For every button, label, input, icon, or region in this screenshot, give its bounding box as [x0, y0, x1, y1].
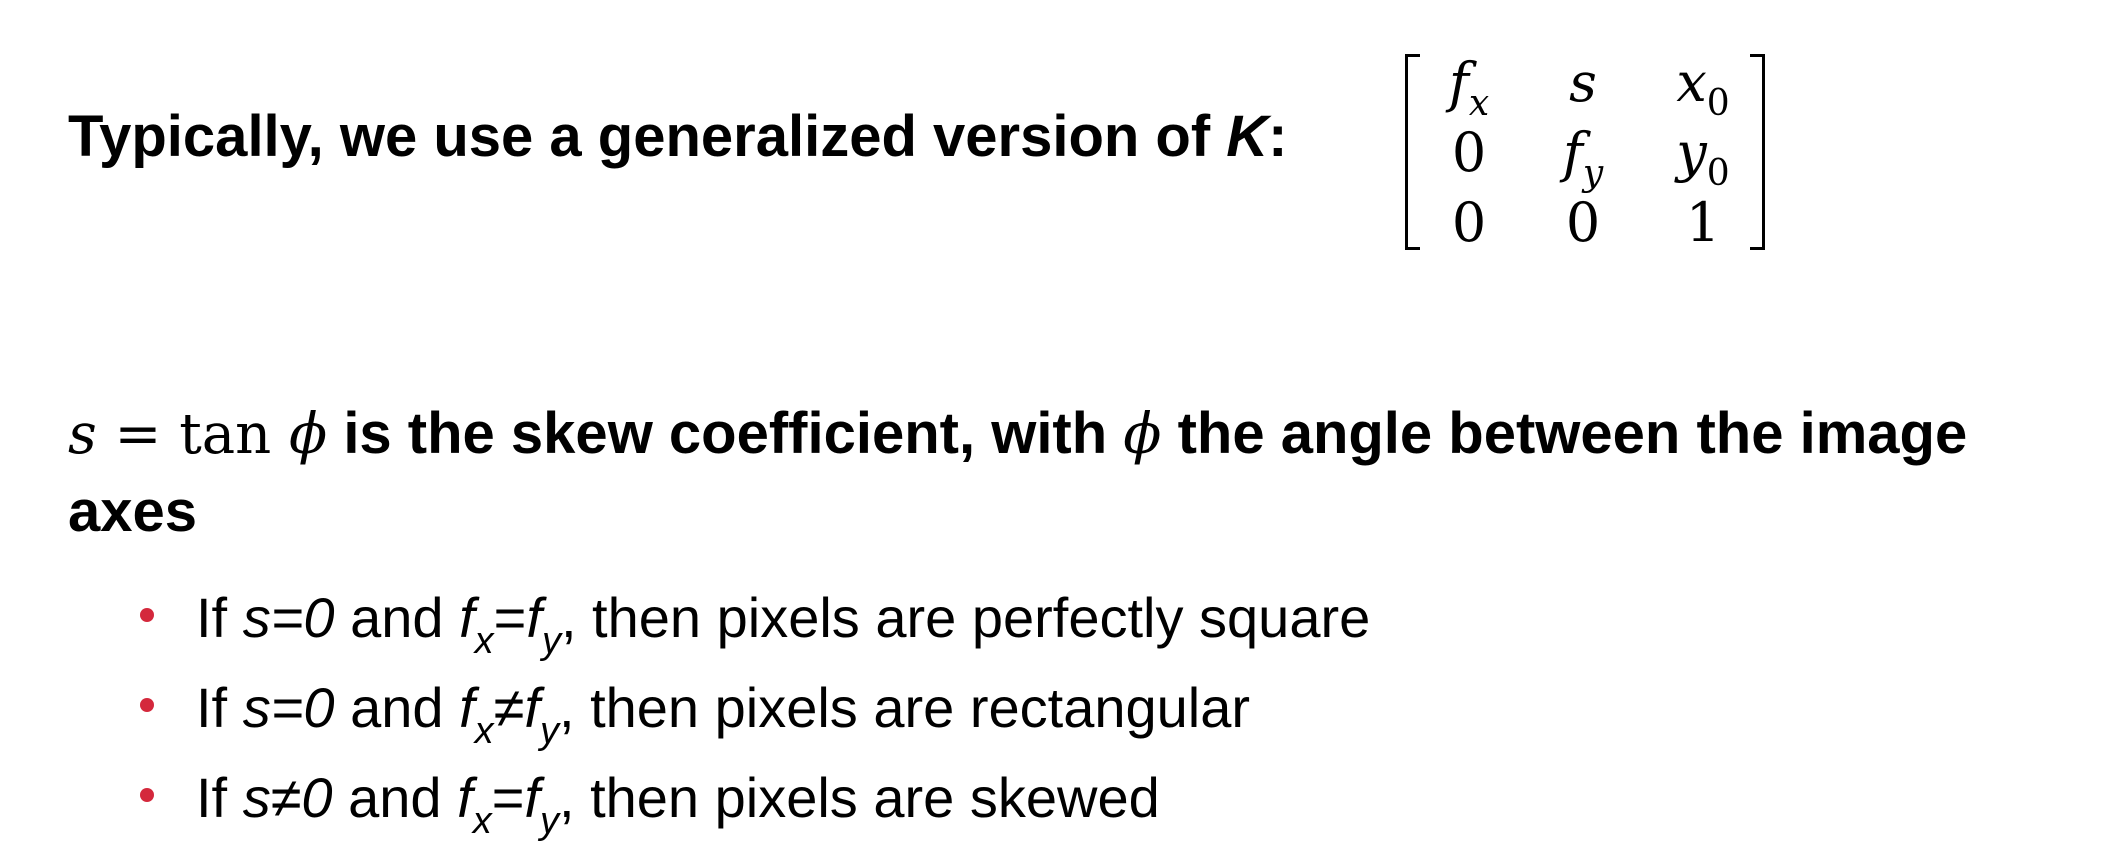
skew-definition-continued: axes: [68, 479, 198, 544]
math-skew-equation: s = tan ϕ: [68, 402, 328, 467]
heading: Typically, we use a generalized version …: [68, 108, 1288, 166]
matrix-cell-fy: fy: [1562, 121, 1604, 194]
bullet-text: If s=0 and fx=fy, then pixels are perfec…: [196, 586, 1371, 662]
matrix-cell-fx: fx: [1448, 51, 1490, 124]
skew-definition: s = tan ϕ is the skew coefficient, with …: [68, 405, 1967, 463]
matrix-cell-zero: 0: [1565, 191, 1601, 254]
matrix-left-bracket: [1405, 54, 1420, 250]
matrix-cell-s: s: [1569, 51, 1597, 114]
bullet-dot-icon: [140, 608, 154, 622]
bullet-dot-icon: [140, 698, 154, 712]
math-phi: ϕ: [1123, 402, 1162, 467]
matrix-cell-one: 1: [1685, 191, 1721, 254]
heading-colon: :: [1268, 104, 1288, 169]
bullet-dot-icon: [140, 788, 154, 802]
heading-prefix: Typically, we use a generalized version …: [68, 104, 1227, 169]
intrinsic-matrix: fx s x0 0 fy y0 0 0 1: [1405, 50, 1765, 250]
skew-text-1: is the skew coefficient, with: [327, 401, 1124, 466]
matrix-cell-zero: 0: [1451, 121, 1487, 184]
matrix-cell-zero: 0: [1451, 191, 1487, 254]
matrix-cell-y0: y0: [1676, 121, 1730, 194]
bullet-text: If s≠0 and fx=fy, then pixels are skewed: [196, 766, 1160, 842]
skew-text-2: the angle between the image: [1161, 401, 1968, 466]
heading-symbol-k: K: [1226, 104, 1269, 169]
bullet-text: If s=0 and fx≠fy, then pixels are rectan…: [196, 676, 1251, 752]
matrix-cell-x0: x0: [1676, 51, 1730, 124]
